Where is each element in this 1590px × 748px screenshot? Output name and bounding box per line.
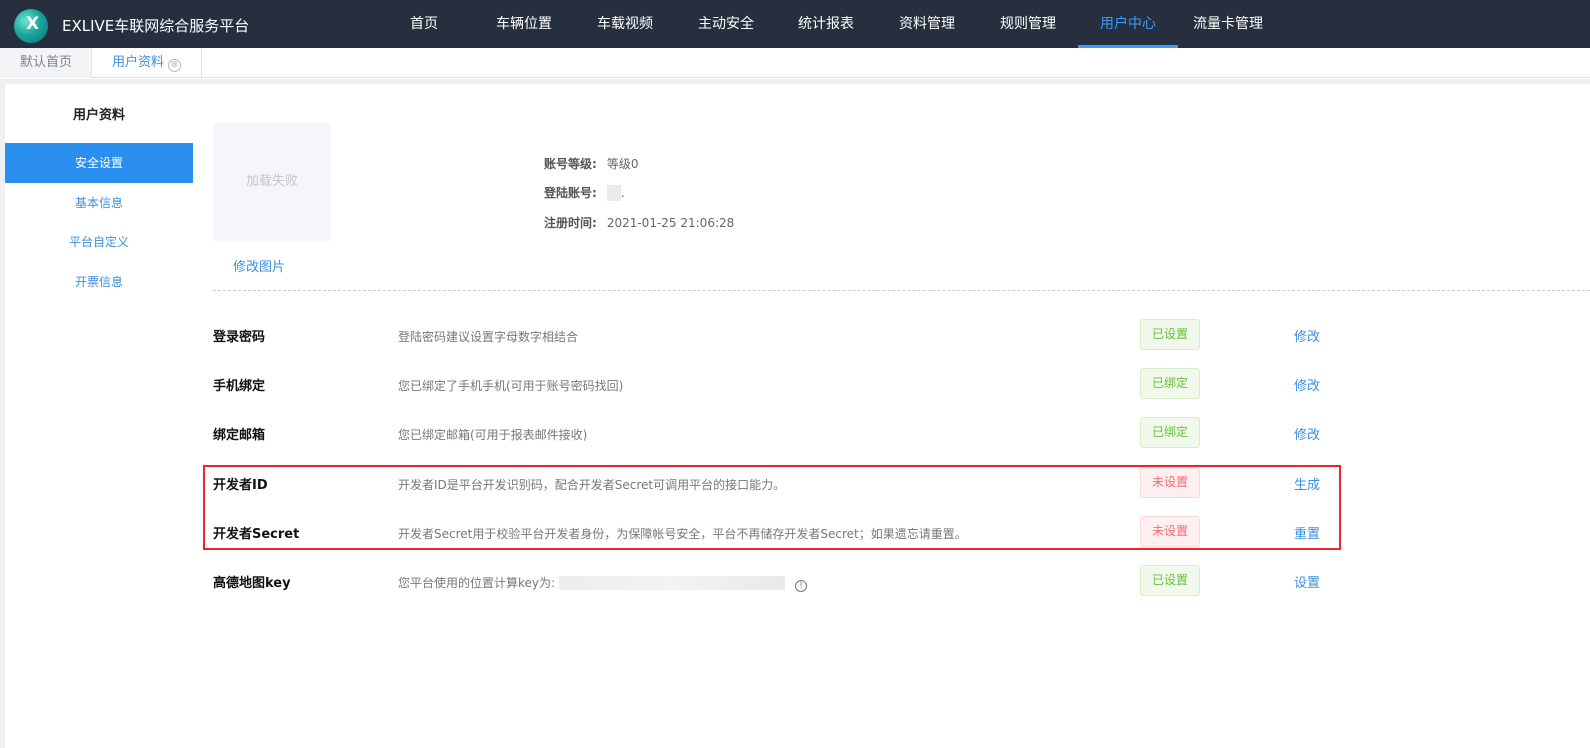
tab-default-home[interactable]: 默认首页: [0, 48, 92, 78]
row-description: 您已绑定邮箱(可用于报表邮件接收): [398, 428, 588, 442]
nav-item-rule-management[interactable]: 规则管理: [978, 0, 1078, 48]
amap-key-desc: 您平台使用的位置计算key为:: [398, 576, 556, 590]
change-picture-link[interactable]: 修改图片: [233, 256, 285, 275]
modify-password-link[interactable]: 修改: [1294, 326, 1320, 345]
masked-key-value: [559, 576, 786, 590]
nav-item-vehicle-video[interactable]: 车载视频: [574, 0, 676, 48]
sidebar-item-basic-info[interactable]: 基本信息: [5, 183, 193, 223]
main-nav: 首页 车辆位置 车载视频 主动安全 统计报表 资料管理 规则管理 用户中心 流量…: [374, 0, 1278, 48]
row-title: 手机绑定: [213, 379, 266, 394]
nav-item-sim-card[interactable]: 流量卡管理: [1178, 0, 1278, 48]
security-row-email: 绑定邮箱 您已绑定邮箱(可用于报表邮件接收) 已绑定 修改: [213, 417, 1333, 449]
tab-user-profile[interactable]: 用户资料 ⊗: [92, 48, 202, 78]
sidebar-title: 用户资料: [72, 108, 125, 123]
status-badge: 已绑定: [1140, 368, 1200, 399]
status-badge: 已绑定: [1140, 417, 1200, 448]
top-navbar: X EXLIVE车联网综合服务平台 首页 车辆位置 车载视频 主动安全 统计报表…: [0, 0, 1590, 48]
row-description: 您平台使用的位置计算key为:!: [398, 574, 808, 592]
modify-email-link[interactable]: 修改: [1294, 424, 1320, 443]
page-tabbar: 默认首页 用户资料 ⊗: [0, 48, 1590, 78]
sidebar-item-security[interactable]: 安全设置: [5, 143, 193, 183]
section-divider: [213, 290, 1590, 291]
row-title: 高德地图key: [213, 576, 291, 591]
account-level-label: 账号等级:: [544, 157, 597, 171]
nav-item-active-safety[interactable]: 主动安全: [676, 0, 776, 48]
nav-item-user-center[interactable]: 用户中心: [1078, 0, 1178, 48]
avatar: 加载失败: [213, 123, 331, 241]
nav-item-vehicle-location[interactable]: 车辆位置: [474, 0, 574, 48]
set-amap-key-link[interactable]: 设置: [1294, 572, 1320, 591]
row-description: 您已绑定了手机手机(可用于账号密码找回): [398, 379, 624, 393]
modify-phone-link[interactable]: 修改: [1294, 375, 1320, 394]
app-title: EXLIVE车联网综合服务平台: [62, 17, 250, 35]
nav-item-data-management[interactable]: 资料管理: [876, 0, 978, 48]
sidebar-item-invoice[interactable]: 开票信息: [5, 262, 193, 302]
login-account-label: 登陆账号:: [544, 186, 597, 200]
security-row-login-password: 登录密码 登陆密码建议设置字母数字相结合 已设置 修改: [213, 319, 1333, 351]
row-title: 绑定邮箱: [213, 428, 266, 443]
login-account-suffix: .: [620, 186, 625, 200]
masked-account-value: [606, 185, 621, 201]
register-time-value: 2021-01-25 21:06:28: [606, 216, 735, 230]
login-account-row: 登陆账号:.: [544, 184, 625, 201]
status-badge: 已设置: [1140, 565, 1200, 596]
account-level-value: 等级0: [606, 157, 639, 171]
highlight-box: [203, 465, 1341, 550]
row-title: 登录密码: [213, 330, 266, 345]
tab-label: 用户资料: [112, 55, 165, 70]
security-row-phone: 手机绑定 您已绑定了手机手机(可用于账号密码找回) 已绑定 修改: [213, 368, 1333, 400]
nav-item-home[interactable]: 首页: [374, 0, 474, 48]
security-row-amap-key: 高德地图key 您平台使用的位置计算key为:! 已设置 设置: [213, 565, 1333, 597]
nav-item-statistics[interactable]: 统计报表: [776, 0, 876, 48]
tab-label: 默认首页: [20, 55, 73, 70]
register-time-row: 注册时间: 2021-01-25 21:06:28: [544, 214, 734, 231]
close-icon[interactable]: ⊗: [168, 59, 182, 72]
sidebar-item-platform-custom[interactable]: 平台自定义: [5, 222, 193, 262]
row-description: 登陆密码建议设置字母数字相结合: [398, 330, 579, 344]
status-badge: 已设置: [1140, 319, 1200, 350]
register-time-label: 注册时间:: [544, 216, 597, 230]
logo-letter: X: [26, 14, 40, 34]
account-level-row: 账号等级: 等级0: [544, 155, 638, 172]
info-icon[interactable]: !: [795, 580, 808, 592]
